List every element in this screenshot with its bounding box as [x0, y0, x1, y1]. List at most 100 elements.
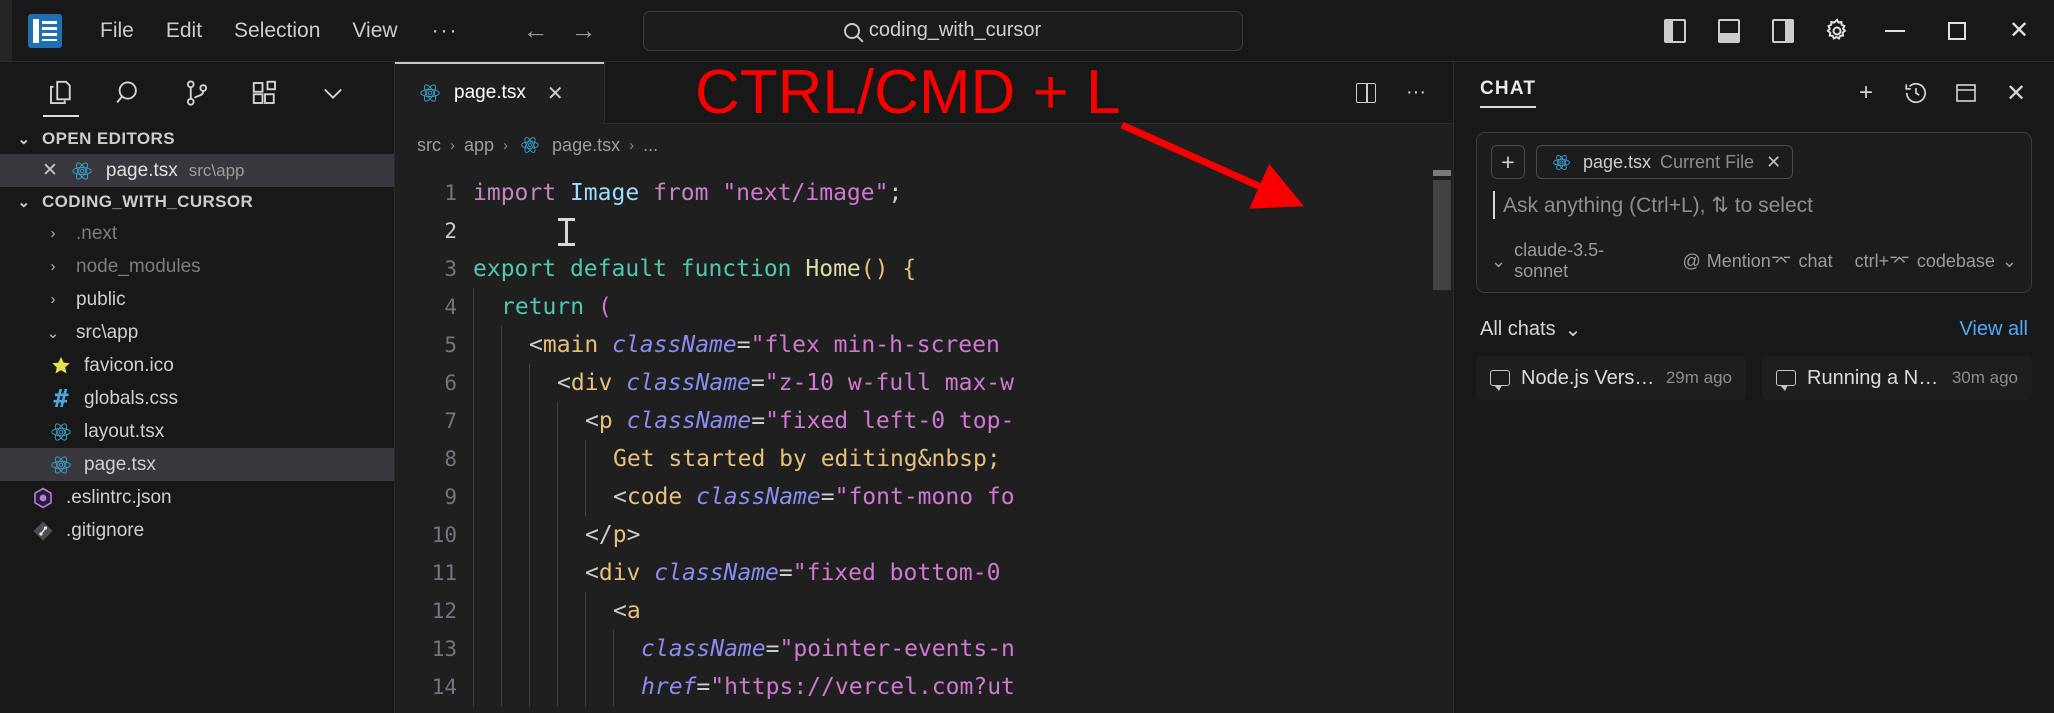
- forward-arrow-icon[interactable]: →: [567, 15, 601, 46]
- back-arrow-icon[interactable]: ←: [519, 15, 553, 46]
- code-line[interactable]: [473, 212, 1453, 250]
- toggle-primary-sidebar-button[interactable]: [1648, 7, 1702, 55]
- line-number: 6: [444, 371, 457, 395]
- chat-panel-header: CHAT + ✕: [1454, 62, 2054, 124]
- more-actions-icon[interactable]: ···: [1393, 71, 1439, 115]
- tree-row[interactable]: # globals.css: [0, 382, 394, 415]
- model-selector[interactable]: ⌄ claude-3.5-sonnet: [1491, 240, 1656, 282]
- context-chip-current-file[interactable]: page.tsx Current File ✕: [1536, 145, 1794, 179]
- tree-row[interactable]: layout.tsx: [0, 415, 394, 448]
- tree-row[interactable]: › .next: [0, 217, 394, 250]
- source-control-icon[interactable]: [163, 65, 231, 121]
- search-icon[interactable]: [95, 65, 163, 121]
- gear-icon[interactable]: [1810, 7, 1864, 55]
- code-token: p: [612, 522, 627, 548]
- chat-bubble-icon: [1776, 370, 1796, 391]
- code-editor[interactable]: 1 2 3 4 5 6 7 8 9 10 11 12 13 14 import Image from "n…: [395, 166, 1453, 713]
- chevron-down-icon[interactable]: [299, 65, 367, 121]
- workspace-header[interactable]: ⌄ CODING_WITH_CURSOR: [0, 187, 394, 217]
- close-icon[interactable]: ✕: [1766, 152, 1781, 173]
- code-line[interactable]: <main className="flex min-h-screen: [473, 326, 1453, 364]
- code-line[interactable]: <code className="font-mono fo: [473, 478, 1453, 516]
- code-line[interactable]: </p>: [473, 516, 1453, 554]
- menu-item-file[interactable]: File: [84, 13, 150, 49]
- list-item[interactable]: Running a Next.j... 30m ago: [1762, 356, 2032, 400]
- add-context-button[interactable]: +: [1491, 145, 1525, 179]
- split-editor-icon[interactable]: [1343, 71, 1389, 115]
- line-number: 14: [431, 675, 457, 699]
- breadcrumb-item-src[interactable]: src: [417, 135, 441, 156]
- menu-more-button[interactable]: ···: [414, 17, 477, 45]
- toggle-secondary-sidebar-button[interactable]: [1756, 7, 1810, 55]
- indent-guide: [585, 478, 613, 516]
- code-token: "https://vercel.com?ut: [710, 674, 1015, 700]
- code-line[interactable]: export default function Home() {: [473, 250, 1453, 288]
- toggle-panel-button[interactable]: [1702, 7, 1756, 55]
- code-line[interactable]: <p className="fixed left-0 top-: [473, 402, 1453, 440]
- code-line[interactable]: <div className="fixed bottom-0: [473, 554, 1453, 592]
- chat-input-placeholder[interactable]: Ask anything (Ctrl+L), ⇅ to select: [1495, 193, 2015, 218]
- all-chats-dropdown[interactable]: All chats ⌄: [1480, 317, 1581, 342]
- explorer-icon[interactable]: [27, 65, 95, 121]
- window-maximize-button[interactable]: [1926, 6, 1988, 56]
- indent-guide: [585, 440, 613, 478]
- codebase-button[interactable]: ctrl+⌤ codebase ⌄: [1855, 251, 2017, 272]
- code-token: main: [542, 332, 599, 358]
- breadcrumb-item-app[interactable]: app: [464, 135, 494, 156]
- text-caret: [1493, 191, 1495, 219]
- editor-vertical-scrollbar[interactable]: [1431, 166, 1453, 713]
- scrollbar-thumb[interactable]: [1433, 180, 1451, 290]
- chat-prompt-row[interactable]: Ask anything (Ctrl+L), ⇅ to select: [1491, 179, 2017, 224]
- indent-guide: [501, 364, 529, 402]
- chat-input-container[interactable]: + page.tsx Current File ✕ Ask anything (…: [1476, 132, 2032, 293]
- list-item[interactable]: Node.js Version ... 29m ago: [1476, 356, 1746, 400]
- code-line[interactable]: className="pointer-events-n: [473, 630, 1453, 668]
- close-chat-icon[interactable]: ✕: [1992, 70, 2040, 116]
- window-close-button[interactable]: ✕: [1988, 6, 2050, 56]
- tree-row[interactable]: favicon.ico: [0, 349, 394, 382]
- close-icon[interactable]: ✕: [547, 81, 564, 106]
- indent-guide: [501, 668, 529, 706]
- mention-button[interactable]: @ Mention: [1682, 251, 1770, 272]
- menu-bar: File Edit Selection View ···: [84, 13, 477, 49]
- breadcrumb-item-file[interactable]: page.tsx: [552, 135, 620, 156]
- maximize-chat-icon[interactable]: [1942, 70, 1990, 116]
- editor-tab-page-tsx[interactable]: page.tsx ✕: [395, 62, 605, 124]
- cursor-editor-window: File Edit Selection View ··· ← → coding_…: [0, 0, 2054, 713]
- code-line[interactable]: <div className="z-10 w-full max-w: [473, 364, 1453, 402]
- breadcrumb-item-symbol[interactable]: ...: [643, 135, 658, 156]
- open-editors-header[interactable]: ⌄ OPEN EDITORS: [0, 124, 394, 154]
- command-search-bar[interactable]: coding_with_cursor: [642, 10, 1243, 51]
- code-token: Home: [805, 256, 861, 282]
- code-line[interactable]: href="https://vercel.com?ut: [473, 668, 1453, 706]
- new-chat-icon[interactable]: +: [1842, 70, 1890, 116]
- code-line[interactable]: <a: [473, 592, 1453, 630]
- extensions-icon[interactable]: [231, 65, 299, 121]
- tree-row[interactable]: .gitignore: [0, 514, 394, 547]
- chat-mode-button[interactable]: ⌤ chat: [1771, 251, 1833, 272]
- tree-row[interactable]: › public: [0, 283, 394, 316]
- code-line[interactable]: Get started by editing&nbsp;: [473, 440, 1453, 478]
- line-number: 1: [444, 181, 457, 205]
- tree-row[interactable]: › node_modules: [0, 250, 394, 283]
- tree-row[interactable]: .eslintrc.json: [0, 481, 394, 514]
- window-minimize-button[interactable]: [1864, 6, 1926, 56]
- view-all-link[interactable]: View all: [1959, 318, 2028, 341]
- tree-row[interactable]: page.tsx: [0, 448, 394, 481]
- tree-row[interactable]: ⌄ src\app: [0, 316, 394, 349]
- chat-history-title: Node.js Version ...: [1521, 366, 1655, 389]
- close-icon[interactable]: ✕: [42, 159, 58, 182]
- menu-item-selection[interactable]: Selection: [218, 13, 336, 49]
- code-line[interactable]: return (: [473, 288, 1453, 326]
- chat-tab-title[interactable]: CHAT: [1480, 78, 1537, 108]
- menu-item-view[interactable]: View: [336, 13, 413, 49]
- search-icon: [843, 22, 860, 39]
- code-content[interactable]: import Image from "next/image"; export de…: [473, 166, 1453, 713]
- history-icon[interactable]: [1892, 70, 1940, 116]
- open-editor-item-page-tsx[interactable]: ✕ page.tsx src\app: [0, 154, 394, 187]
- code-line[interactable]: import Image from "next/image";: [473, 174, 1453, 212]
- react-icon: [517, 135, 543, 155]
- menu-item-edit[interactable]: Edit: [150, 13, 218, 49]
